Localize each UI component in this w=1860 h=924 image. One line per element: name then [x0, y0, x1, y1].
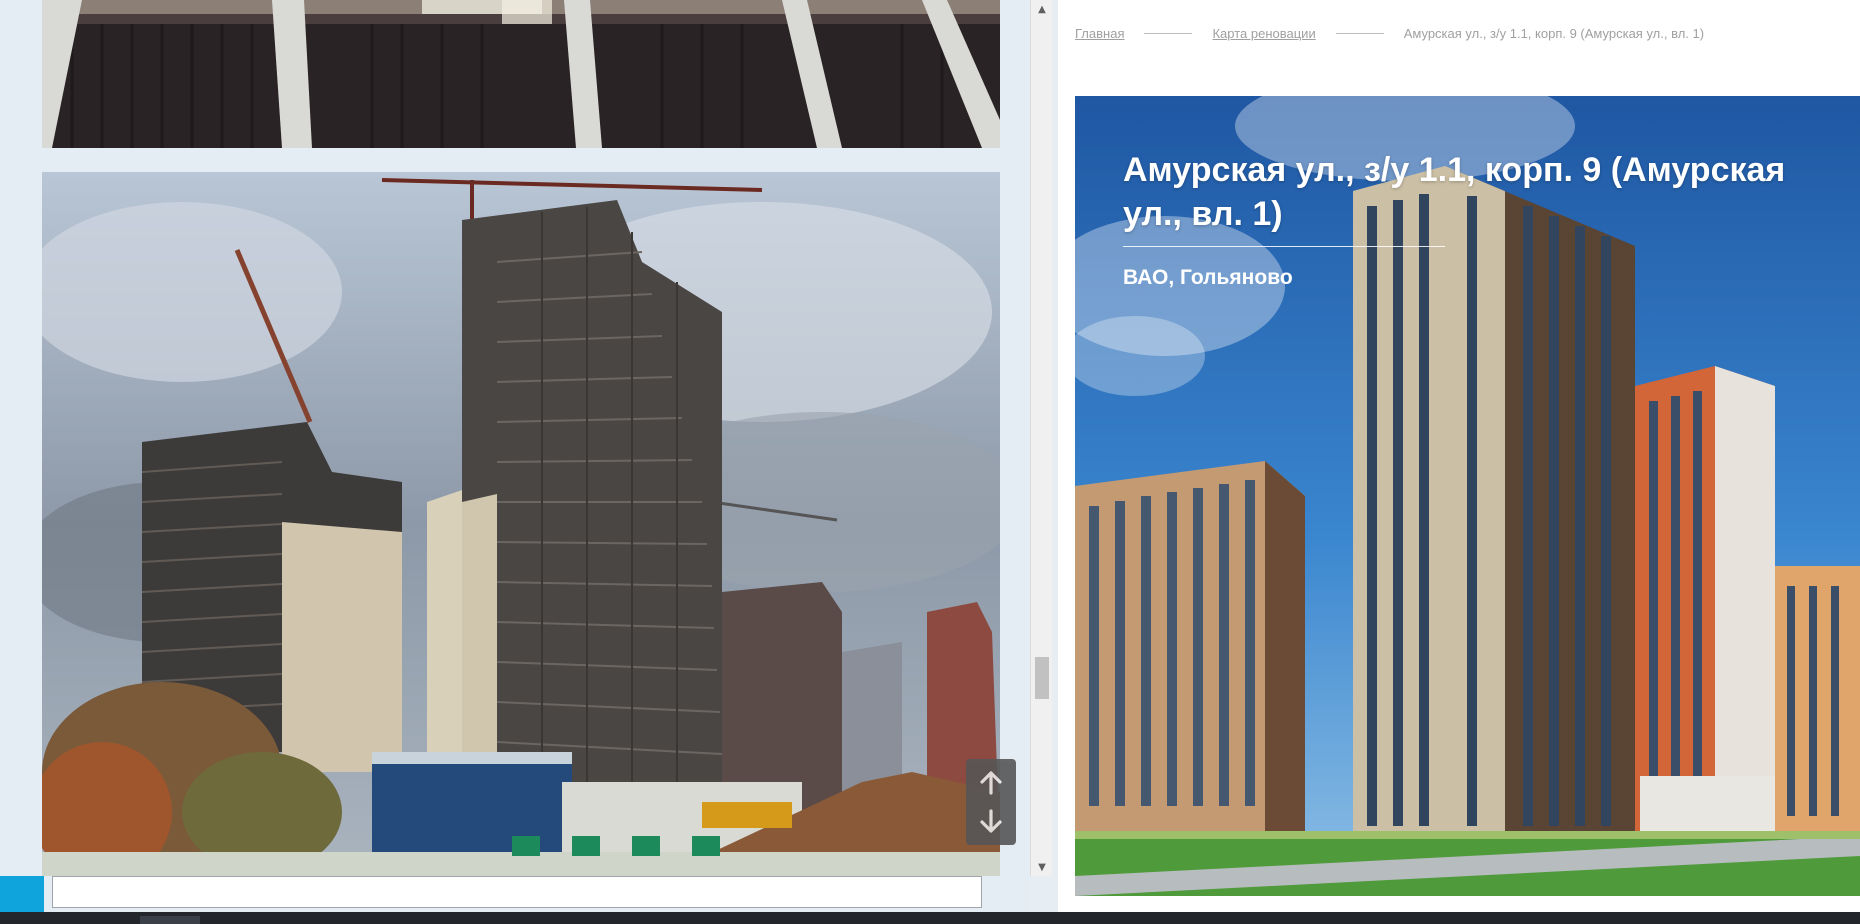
renovation-page: Главная Карта реновации Амурская ул., з/… [1058, 0, 1860, 912]
hero-banner: Амурская ул., з/у 1.1, корп. 9 (Амурская… [1075, 96, 1860, 896]
photo-construction-site[interactable] [42, 172, 1000, 876]
photo-fence[interactable] [42, 0, 1000, 148]
page-title: Амурская ул., з/у 1.1, корп. 9 (Амурская… [1123, 151, 1786, 233]
breadcrumb: Главная Карта реновации Амурская ул., з/… [1075, 24, 1704, 42]
photo-nav-widget [966, 759, 1016, 845]
photo-next-button[interactable] [975, 805, 1007, 837]
taskbar-active-item[interactable] [140, 916, 200, 924]
photo-construction-image [42, 172, 1000, 876]
breadcrumb-separator [1144, 32, 1193, 34]
photo-prev-button[interactable] [975, 767, 1007, 799]
scroll-down-icon[interactable]: ▼ [1031, 858, 1053, 876]
photo-viewer [0, 0, 1030, 924]
breadcrumb-separator [1335, 32, 1384, 34]
photo-fence-image [42, 0, 1000, 148]
arrow-down-icon [980, 809, 1002, 833]
arrow-up-icon [980, 771, 1002, 795]
taskbar [0, 912, 1860, 924]
breadcrumb-home-link[interactable]: Главная [1075, 26, 1124, 41]
breadcrumb-map-link[interactable]: Карта реновации [1212, 26, 1315, 41]
breadcrumb-current: Амурская ул., з/у 1.1, корп. 9 (Амурская… [1403, 25, 1705, 41]
scroll-up-icon[interactable]: ▲ [1031, 0, 1053, 18]
scrollbar-thumb[interactable] [1035, 657, 1049, 699]
taskbar-accent-tile[interactable] [0, 876, 44, 916]
comment-input-field[interactable] [52, 876, 982, 908]
vertical-scrollbar[interactable]: ▲ ▼ [1030, 0, 1052, 876]
title-divider [1123, 246, 1445, 247]
district-label: ВАО, Гольяново [1123, 266, 1293, 289]
